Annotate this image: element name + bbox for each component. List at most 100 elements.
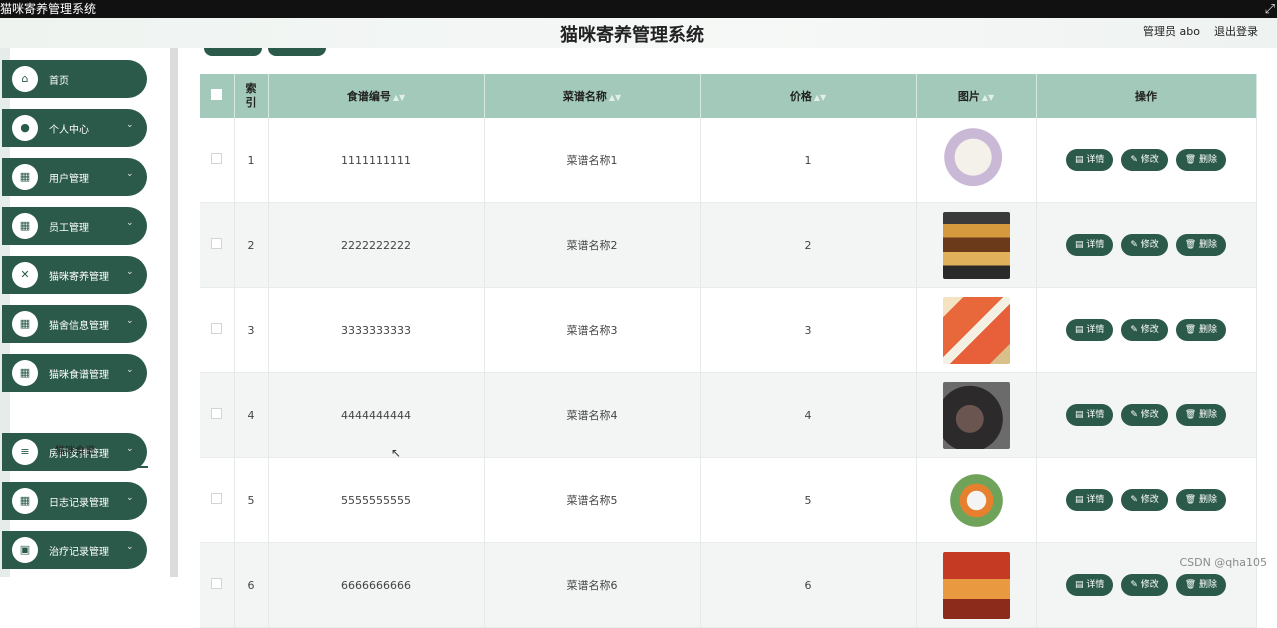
cell-code: 5555555555 bbox=[268, 457, 485, 543]
ticket-icon: ✕ bbox=[12, 262, 38, 288]
chevron-down-icon: ⌄ bbox=[126, 169, 134, 179]
sidebar-item[interactable]: ✕ 猫咪寄养管理 ⌄ bbox=[2, 256, 147, 294]
sidebar-item[interactable]: ▦ 猫舍信息管理 ⌄ bbox=[2, 305, 147, 343]
cell-price: 1 bbox=[700, 118, 917, 203]
person-icon: ● bbox=[12, 115, 38, 141]
edit-label: 修改 bbox=[1140, 580, 1159, 590]
detail-button[interactable]: ▤ 详情 bbox=[1065, 404, 1114, 426]
edit-button[interactable]: ✎ 修改 bbox=[1121, 489, 1168, 511]
sidebar-item-label: 猫咪食谱管理 bbox=[49, 370, 109, 381]
select-cell bbox=[200, 457, 235, 543]
recipe-thumbnail[interactable] bbox=[942, 466, 1010, 534]
sidebar: ⌂ 首页 ● 个人中心 ⌄ ▦ 用户管理 ⌄ ▦ 员工管理 ⌄ ✕ 猫咪寄养管理 ⌄ ▦ 猫舍信息管理 ⌄ ▦ 猫咪… bbox=[0, 48, 178, 577]
row-checkbox[interactable] bbox=[211, 493, 223, 504]
chevron-down-icon: ⌄ bbox=[126, 120, 134, 130]
sidebar-scrollbar[interactable] bbox=[170, 48, 178, 577]
delete-button[interactable]: 🗑 删除 bbox=[1175, 234, 1227, 256]
detail-button[interactable]: ▤ 详情 bbox=[1065, 489, 1114, 511]
table-row[interactable]: 6 6666666666 菜谱名称6 6 ▤ 详情 ✎ 修改 🗑 删除 bbox=[200, 542, 1257, 628]
recipe-thumbnail[interactable] bbox=[942, 551, 1010, 619]
app-header: 猫咪寄养管理系统 管理员 abo 退出登录 bbox=[0, 18, 1277, 48]
sidebar-subitem-active[interactable]: 猫咪食谱 bbox=[2, 441, 148, 468]
cell-name: 菜谱名称5 bbox=[484, 457, 701, 543]
edit-button[interactable]: ✎ 修改 bbox=[1121, 234, 1168, 256]
table-row[interactable]: 3 3333333333 菜谱名称3 3 ▤ 详情 ✎ 修改 🗑 删除 bbox=[200, 287, 1257, 373]
row-checkbox[interactable] bbox=[211, 578, 223, 589]
sort-icon[interactable]: ▲▼ bbox=[982, 93, 994, 102]
cell-actions: ▤ 详情 ✎ 修改 🗑 删除 bbox=[1036, 118, 1257, 203]
sidebar-item[interactable]: ▦ 用户管理 ⌄ bbox=[2, 158, 147, 196]
row-checkbox[interactable] bbox=[211, 153, 223, 164]
delete-label: 删除 bbox=[1199, 240, 1218, 250]
detail-button[interactable]: ▤ 详情 bbox=[1065, 574, 1114, 596]
delete-button[interactable]: 🗑 删除 bbox=[1175, 404, 1227, 426]
column-header-price[interactable]: 价格 ▲▼ bbox=[700, 74, 917, 118]
sort-icon[interactable]: ▲▼ bbox=[393, 93, 405, 102]
resize-icon[interactable]: ⤢ bbox=[1265, 1, 1275, 19]
sidebar-item[interactable]: ▦ 日志记录管理 ⌄ bbox=[2, 482, 147, 520]
row-checkbox[interactable] bbox=[211, 238, 223, 249]
toolbar-button-partial[interactable] bbox=[204, 48, 262, 56]
sidebar-item[interactable]: ● 个人中心 ⌄ bbox=[2, 109, 147, 147]
cell-image bbox=[916, 372, 1037, 458]
edit-button[interactable]: ✎ 修改 bbox=[1121, 404, 1168, 426]
sidebar-item[interactable]: ▦ 猫咪食谱管理 ⌄ bbox=[2, 354, 147, 392]
recipe-thumbnail[interactable] bbox=[942, 381, 1010, 449]
column-header-image[interactable]: 图片 ▲▼ bbox=[916, 74, 1037, 118]
detail-button[interactable]: ▤ 详情 bbox=[1065, 149, 1114, 171]
delete-label: 删除 bbox=[1199, 410, 1218, 420]
grid-icon: ▦ bbox=[12, 488, 38, 514]
select-cell bbox=[200, 372, 235, 458]
grid-icon: ▦ bbox=[12, 164, 38, 190]
cell-image bbox=[916, 202, 1037, 288]
grid-icon: ▦ bbox=[12, 360, 38, 386]
delete-button[interactable]: 🗑 删除 bbox=[1175, 574, 1227, 596]
row-checkbox[interactable] bbox=[211, 323, 223, 334]
cell-name: 菜谱名称2 bbox=[484, 202, 701, 288]
delete-button[interactable]: 🗑 删除 bbox=[1175, 489, 1227, 511]
table-row[interactable]: 1 1111111111 菜谱名称1 1 ▤ 详情 ✎ 修改 🗑 删除 bbox=[200, 118, 1257, 203]
cell-image bbox=[916, 457, 1037, 543]
detail-button[interactable]: ▤ 详情 bbox=[1065, 234, 1114, 256]
cell-code: 1111111111 bbox=[268, 118, 485, 203]
recipe-thumbnail[interactable] bbox=[942, 211, 1010, 279]
detail-button[interactable]: ▤ 详情 bbox=[1065, 319, 1114, 341]
detail-icon: ▤ bbox=[1074, 580, 1087, 590]
select-all-checkbox[interactable] bbox=[211, 89, 223, 100]
column-header-code[interactable]: 食谱编号 ▲▼ bbox=[268, 74, 485, 118]
cell-name: 菜谱名称1 bbox=[484, 118, 701, 203]
cell-price: 3 bbox=[700, 287, 917, 373]
toolbar-button-partial[interactable] bbox=[268, 48, 326, 56]
sidebar-item[interactable]: ▦ 员工管理 ⌄ bbox=[2, 207, 147, 245]
delete-label: 删除 bbox=[1199, 495, 1218, 505]
row-checkbox[interactable] bbox=[211, 408, 223, 419]
cell-price: 2 bbox=[700, 202, 917, 288]
sidebar-item[interactable]: ▣ 治疗记录管理 ⌄ bbox=[2, 531, 147, 569]
sidebar-item[interactable]: ⌂ 首页 bbox=[2, 60, 147, 98]
watermark: CSDN @qha105 bbox=[1179, 556, 1267, 569]
table-row[interactable]: 2 2222222222 菜谱名称2 2 ▤ 详情 ✎ 修改 🗑 删除 bbox=[200, 202, 1257, 288]
user-label: 管理员 abo bbox=[1143, 25, 1200, 38]
detail-icon: ▤ bbox=[1074, 495, 1087, 505]
detail-label: 详情 bbox=[1086, 410, 1105, 420]
logout-link[interactable]: 退出登录 bbox=[1214, 23, 1258, 39]
window-title: 猫咪寄养管理系统 bbox=[0, 2, 97, 16]
edit-button[interactable]: ✎ 修改 bbox=[1121, 149, 1168, 171]
sort-icon[interactable]: ▲▼ bbox=[609, 93, 621, 102]
cell-code: 4444444444 bbox=[268, 372, 485, 458]
delete-label: 删除 bbox=[1199, 580, 1218, 590]
sort-icon[interactable]: ▲▼ bbox=[814, 93, 826, 102]
delete-button[interactable]: 🗑 删除 bbox=[1175, 319, 1227, 341]
column-header-name[interactable]: 菜谱名称 ▲▼ bbox=[484, 74, 701, 118]
delete-icon: 🗑 bbox=[1184, 410, 1200, 420]
edit-button[interactable]: ✎ 修改 bbox=[1121, 574, 1168, 596]
delete-button[interactable]: 🗑 删除 bbox=[1175, 149, 1227, 171]
edit-button[interactable]: ✎ 修改 bbox=[1121, 319, 1168, 341]
table-row[interactable]: 5 5555555555 菜谱名称5 5 ▤ 详情 ✎ 修改 🗑 删除 bbox=[200, 457, 1257, 543]
table-row[interactable]: 4 4444444444 菜谱名称4 4 ▤ 详情 ✎ 修改 🗑 删除 bbox=[200, 372, 1257, 458]
recipe-thumbnail[interactable] bbox=[942, 126, 1010, 194]
column-header-index: 索引 bbox=[234, 74, 269, 118]
cell-index: 2 bbox=[234, 202, 269, 288]
select-cell bbox=[200, 287, 235, 373]
recipe-thumbnail[interactable] bbox=[942, 296, 1010, 364]
